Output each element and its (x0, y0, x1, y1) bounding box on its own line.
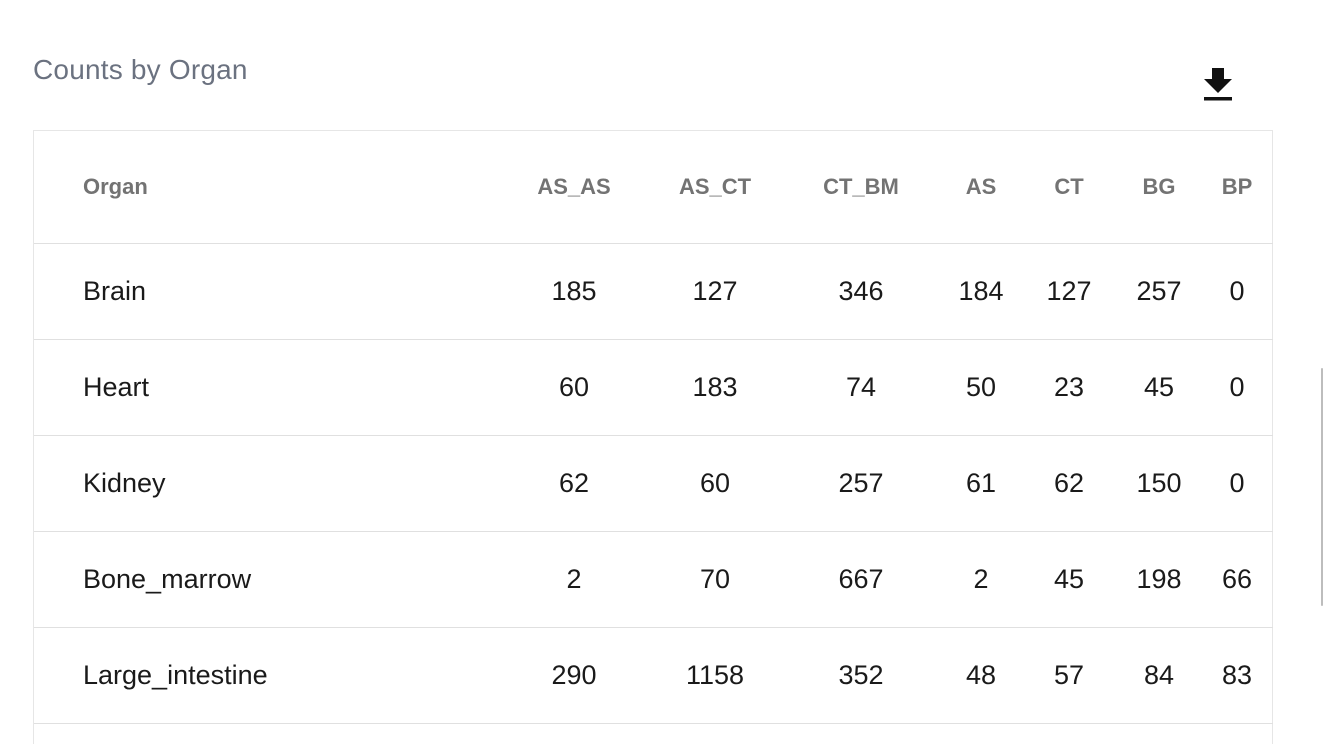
count-cell: 257 (1136, 275, 1182, 306)
organ-cell: Bone_marrow (83, 563, 252, 594)
table-header-row: Organ AS_AS AS_CT CT_BM AS CT BG BP (34, 131, 1273, 243)
count-cell: 1158 (685, 659, 745, 690)
count-cell: 66 (1221, 563, 1253, 594)
count-cell: 61 (965, 467, 997, 498)
count-cell: 83 (1221, 659, 1253, 690)
count-cell: 45 (1143, 371, 1175, 402)
count-cell: 84 (1143, 659, 1175, 690)
count-cell: 183 (692, 371, 738, 402)
count-cell: 60 (558, 371, 590, 402)
download-button[interactable] (1196, 62, 1240, 106)
count-cell: 62 (558, 467, 590, 498)
column-header-bg[interactable]: BG (1117, 131, 1201, 243)
organ-cell: Heart (83, 371, 150, 402)
table-row: Large_intestine 290 1158 352 48 57 84 83 (34, 627, 1273, 723)
table-row: Kidney 62 60 257 61 62 150 0 (34, 435, 1273, 531)
count-cell: 290 (551, 659, 597, 690)
scrollbar[interactable] (1321, 368, 1323, 606)
table-row: Bone_marrow 2 70 667 2 45 198 66 (34, 531, 1273, 627)
page: Counts by Organ Organ AS_AS AS_CT CT_BM … (0, 0, 1324, 744)
count-cell: 0 (1229, 371, 1245, 402)
count-cell: 48 (965, 659, 997, 690)
count-cell: 74 (845, 371, 877, 402)
table-row: Heart 60 183 74 50 23 45 0 (34, 339, 1273, 435)
count-cell: 184 (958, 275, 1004, 306)
count-cell: 257 (838, 467, 884, 498)
count-cell: 2 (566, 563, 582, 594)
download-icon (1204, 68, 1232, 101)
column-header-as-ct[interactable]: AS_CT (649, 131, 781, 243)
count-cell: 127 (1046, 275, 1092, 306)
count-cell: 70 (699, 563, 731, 594)
count-cell: 60 (699, 467, 731, 498)
organ-cell: Brain (83, 275, 147, 306)
count-cell: 352 (838, 659, 884, 690)
column-header-ct[interactable]: CT (1021, 131, 1117, 243)
count-cell: 57 (1053, 659, 1085, 690)
section-title: Counts by Organ (33, 54, 248, 85)
count-cell: 23 (1053, 371, 1085, 402)
count-cell: 198 (1136, 563, 1182, 594)
count-cell: 0 (1229, 275, 1245, 306)
organ-cell: Large_intestine (83, 659, 268, 690)
counts-table: Organ AS_AS AS_CT CT_BM AS CT BG BP Brai… (33, 130, 1273, 744)
table-row: Brain 185 127 346 184 127 257 0 (34, 243, 1273, 339)
count-cell: 667 (838, 563, 884, 594)
count-cell: 185 (551, 275, 597, 306)
count-cell: 62 (1053, 467, 1085, 498)
column-header-organ[interactable]: Organ (34, 131, 499, 243)
column-header-ct-bm[interactable]: CT_BM (781, 131, 941, 243)
column-header-as[interactable]: AS (941, 131, 1021, 243)
count-cell: 346 (838, 275, 884, 306)
count-cell: 50 (965, 371, 997, 402)
count-cell: 150 (1136, 467, 1182, 498)
column-header-bp[interactable]: BP (1201, 131, 1273, 243)
column-header-as-as[interactable]: AS_AS (499, 131, 649, 243)
count-cell: 127 (692, 275, 738, 306)
organ-cell: Kidney (83, 467, 166, 498)
count-cell: 2 (973, 563, 989, 594)
count-cell: 0 (1229, 467, 1245, 498)
count-cell: 45 (1053, 563, 1085, 594)
